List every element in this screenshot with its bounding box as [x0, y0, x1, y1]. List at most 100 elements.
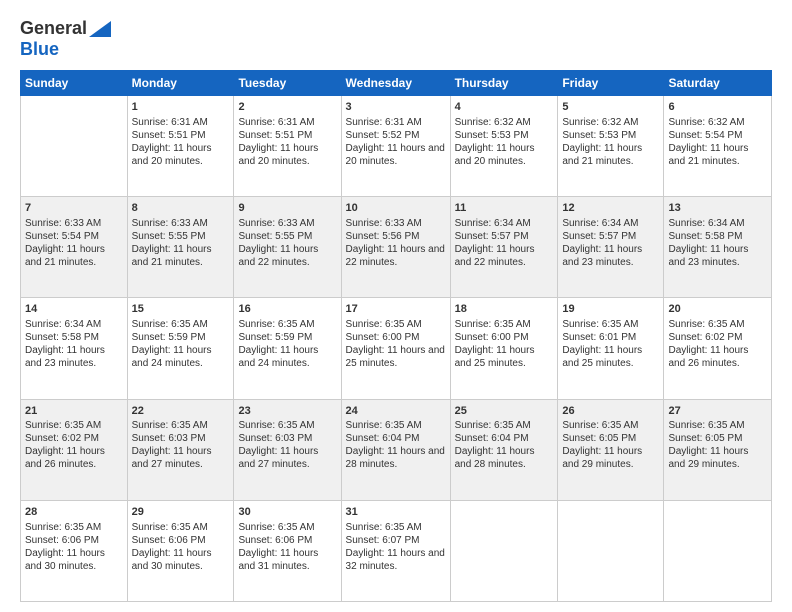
day-number: 2: [238, 100, 336, 115]
calendar-header: SundayMondayTuesdayWednesdayThursdayFrid…: [21, 71, 772, 96]
day-info: Daylight: 11 hours and 23 minutes.: [562, 243, 659, 269]
day-cell: 20Sunrise: 6:35 AMSunset: 6:02 PMDayligh…: [664, 298, 772, 399]
day-info: Sunset: 5:52 PM: [346, 129, 446, 142]
day-info: Sunrise: 6:35 AM: [132, 521, 230, 534]
day-info: Sunrise: 6:35 AM: [562, 419, 659, 432]
day-info: Sunset: 6:07 PM: [346, 534, 446, 547]
day-header-sunday: Sunday: [21, 71, 128, 96]
day-cell: 31Sunrise: 6:35 AMSunset: 6:07 PMDayligh…: [341, 500, 450, 601]
day-info: Sunset: 6:05 PM: [562, 432, 659, 445]
day-info: Sunrise: 6:35 AM: [346, 521, 446, 534]
day-info: Daylight: 11 hours and 20 minutes.: [132, 142, 230, 168]
day-number: 30: [238, 505, 336, 520]
day-info: Daylight: 11 hours and 27 minutes.: [132, 445, 230, 471]
day-info: Sunset: 6:01 PM: [562, 331, 659, 344]
day-info: Sunset: 6:00 PM: [455, 331, 554, 344]
day-cell: 13Sunrise: 6:34 AMSunset: 5:58 PMDayligh…: [664, 197, 772, 298]
week-row: 7Sunrise: 6:33 AMSunset: 5:54 PMDaylight…: [21, 197, 772, 298]
day-number: 8: [132, 201, 230, 216]
day-cell: 29Sunrise: 6:35 AMSunset: 6:06 PMDayligh…: [127, 500, 234, 601]
day-cell: 4Sunrise: 6:32 AMSunset: 5:53 PMDaylight…: [450, 96, 558, 197]
day-number: 14: [25, 302, 123, 317]
day-number: 29: [132, 505, 230, 520]
day-info: Sunset: 5:55 PM: [238, 230, 336, 243]
day-number: 4: [455, 100, 554, 115]
day-number: 7: [25, 201, 123, 216]
day-number: 22: [132, 404, 230, 419]
day-info: Daylight: 11 hours and 31 minutes.: [238, 547, 336, 573]
day-cell: 27Sunrise: 6:35 AMSunset: 6:05 PMDayligh…: [664, 399, 772, 500]
day-info: Sunset: 6:06 PM: [238, 534, 336, 547]
day-info: Sunrise: 6:35 AM: [668, 318, 767, 331]
day-cell: 19Sunrise: 6:35 AMSunset: 6:01 PMDayligh…: [558, 298, 664, 399]
day-info: Daylight: 11 hours and 24 minutes.: [238, 344, 336, 370]
day-cell: 14Sunrise: 6:34 AMSunset: 5:58 PMDayligh…: [21, 298, 128, 399]
day-info: Sunset: 6:00 PM: [346, 331, 446, 344]
day-info: Sunset: 5:57 PM: [562, 230, 659, 243]
day-cell: 24Sunrise: 6:35 AMSunset: 6:04 PMDayligh…: [341, 399, 450, 500]
day-info: Daylight: 11 hours and 22 minutes.: [238, 243, 336, 269]
day-number: 17: [346, 302, 446, 317]
day-cell: [558, 500, 664, 601]
day-number: 21: [25, 404, 123, 419]
day-info: Daylight: 11 hours and 28 minutes.: [455, 445, 554, 471]
day-number: 3: [346, 100, 446, 115]
day-info: Sunset: 5:58 PM: [668, 230, 767, 243]
day-info: Sunset: 6:05 PM: [668, 432, 767, 445]
day-info: Sunset: 5:51 PM: [132, 129, 230, 142]
day-number: 20: [668, 302, 767, 317]
day-header-tuesday: Tuesday: [234, 71, 341, 96]
week-row: 1Sunrise: 6:31 AMSunset: 5:51 PMDaylight…: [21, 96, 772, 197]
day-info: Daylight: 11 hours and 21 minutes.: [668, 142, 767, 168]
day-info: Sunset: 5:51 PM: [238, 129, 336, 142]
day-info: Sunrise: 6:34 AM: [562, 217, 659, 230]
day-cell: 8Sunrise: 6:33 AMSunset: 5:55 PMDaylight…: [127, 197, 234, 298]
day-info: Sunrise: 6:35 AM: [346, 318, 446, 331]
day-cell: 10Sunrise: 6:33 AMSunset: 5:56 PMDayligh…: [341, 197, 450, 298]
header: General Blue: [20, 18, 772, 60]
day-cell: 15Sunrise: 6:35 AMSunset: 5:59 PMDayligh…: [127, 298, 234, 399]
day-info: Sunset: 6:06 PM: [25, 534, 123, 547]
day-info: Sunrise: 6:35 AM: [668, 419, 767, 432]
day-info: Daylight: 11 hours and 25 minutes.: [455, 344, 554, 370]
day-info: Daylight: 11 hours and 28 minutes.: [346, 445, 446, 471]
day-cell: 22Sunrise: 6:35 AMSunset: 6:03 PMDayligh…: [127, 399, 234, 500]
day-number: 15: [132, 302, 230, 317]
day-info: Sunrise: 6:35 AM: [25, 419, 123, 432]
day-cell: 25Sunrise: 6:35 AMSunset: 6:04 PMDayligh…: [450, 399, 558, 500]
day-info: Daylight: 11 hours and 30 minutes.: [25, 547, 123, 573]
day-info: Sunrise: 6:32 AM: [562, 116, 659, 129]
day-info: Daylight: 11 hours and 21 minutes.: [25, 243, 123, 269]
day-info: Daylight: 11 hours and 26 minutes.: [25, 445, 123, 471]
day-info: Sunset: 5:53 PM: [455, 129, 554, 142]
logo-general: General: [20, 18, 87, 39]
day-cell: [450, 500, 558, 601]
day-info: Sunrise: 6:33 AM: [238, 217, 336, 230]
day-number: 5: [562, 100, 659, 115]
day-number: 11: [455, 201, 554, 216]
day-cell: 9Sunrise: 6:33 AMSunset: 5:55 PMDaylight…: [234, 197, 341, 298]
day-info: Sunrise: 6:34 AM: [455, 217, 554, 230]
day-cell: 18Sunrise: 6:35 AMSunset: 6:00 PMDayligh…: [450, 298, 558, 399]
day-number: 9: [238, 201, 336, 216]
day-number: 16: [238, 302, 336, 317]
day-cell: 2Sunrise: 6:31 AMSunset: 5:51 PMDaylight…: [234, 96, 341, 197]
day-info: Sunset: 5:54 PM: [25, 230, 123, 243]
day-info: Sunset: 5:56 PM: [346, 230, 446, 243]
day-cell: [664, 500, 772, 601]
day-info: Sunset: 5:59 PM: [132, 331, 230, 344]
day-info: Daylight: 11 hours and 22 minutes.: [455, 243, 554, 269]
day-info: Sunrise: 6:35 AM: [346, 419, 446, 432]
day-info: Sunrise: 6:35 AM: [238, 318, 336, 331]
day-number: 19: [562, 302, 659, 317]
day-cell: 21Sunrise: 6:35 AMSunset: 6:02 PMDayligh…: [21, 399, 128, 500]
day-info: Daylight: 11 hours and 32 minutes.: [346, 547, 446, 573]
day-number: 25: [455, 404, 554, 419]
day-info: Sunrise: 6:31 AM: [238, 116, 336, 129]
day-info: Daylight: 11 hours and 25 minutes.: [346, 344, 446, 370]
day-cell: 30Sunrise: 6:35 AMSunset: 6:06 PMDayligh…: [234, 500, 341, 601]
day-info: Sunset: 6:04 PM: [455, 432, 554, 445]
day-info: Daylight: 11 hours and 23 minutes.: [668, 243, 767, 269]
day-cell: 28Sunrise: 6:35 AMSunset: 6:06 PMDayligh…: [21, 500, 128, 601]
day-info: Sunrise: 6:31 AM: [346, 116, 446, 129]
